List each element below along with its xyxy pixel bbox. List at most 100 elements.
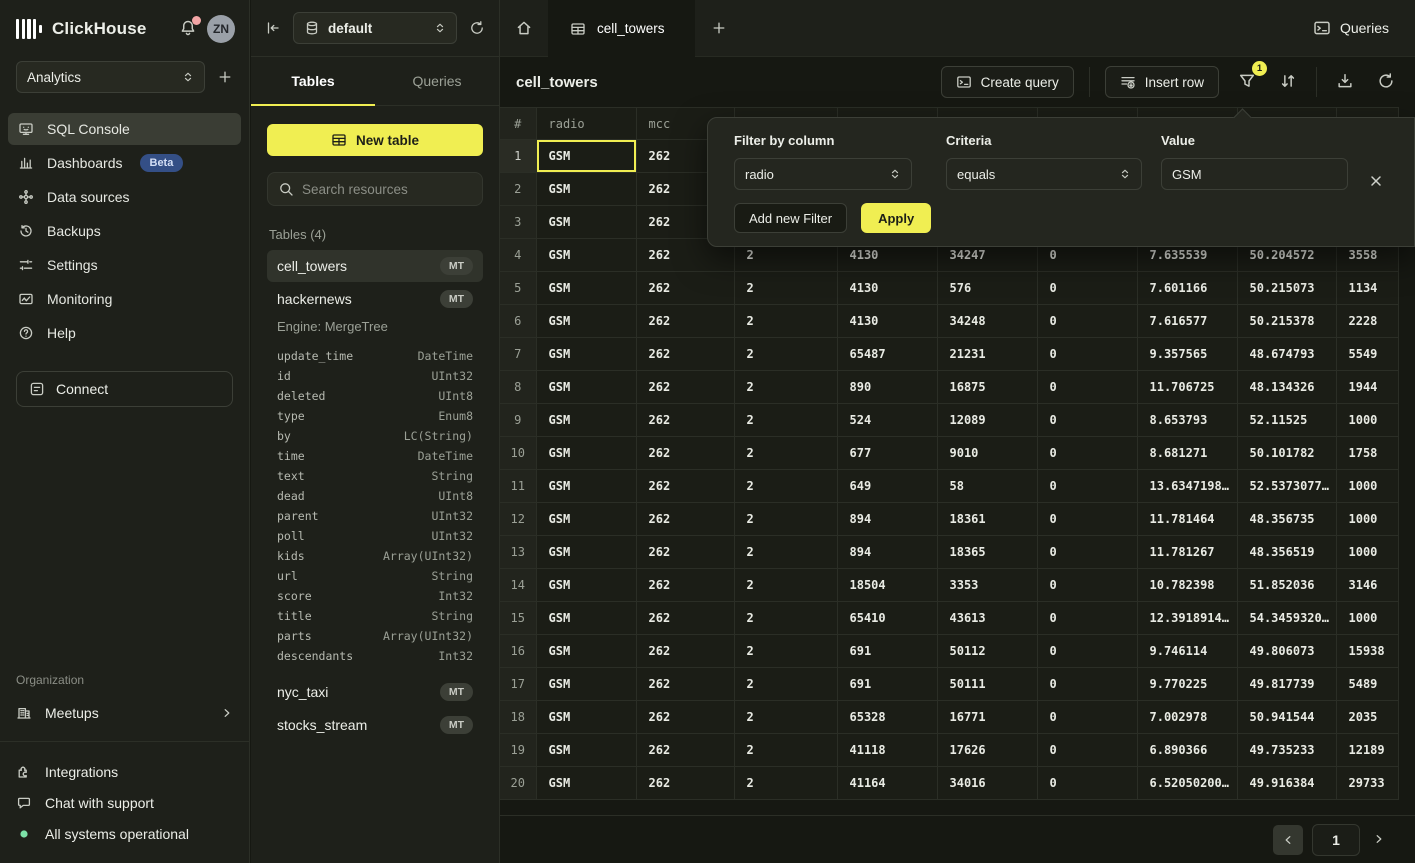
data-cell[interactable]: 890 xyxy=(837,371,937,404)
refresh-data-button[interactable] xyxy=(1373,68,1399,97)
new-tab-button[interactable] xyxy=(695,0,743,56)
data-cell[interactable]: 262 xyxy=(636,272,734,305)
data-cell[interactable]: 58 xyxy=(937,470,1037,503)
search-input[interactable] xyxy=(302,182,472,197)
data-cell[interactable]: 262 xyxy=(636,305,734,338)
data-cell[interactable]: 2 xyxy=(734,701,837,734)
data-cell[interactable]: GSM xyxy=(536,635,636,668)
home-tab[interactable] xyxy=(500,0,548,56)
data-cell[interactable]: 11.781464 xyxy=(1137,503,1237,536)
data-cell[interactable]: 5549 xyxy=(1336,338,1398,371)
data-cell[interactable]: 52.11525 xyxy=(1237,404,1336,437)
data-cell[interactable]: 262 xyxy=(636,338,734,371)
data-cell[interactable]: 2 xyxy=(734,602,837,635)
data-cell[interactable]: 649 xyxy=(837,470,937,503)
data-cell[interactable]: 1758 xyxy=(1336,437,1398,470)
sidebar-item-dashboards[interactable]: DashboardsBeta xyxy=(8,147,241,179)
data-cell[interactable]: 0 xyxy=(1037,371,1137,404)
data-cell[interactable]: 262 xyxy=(636,635,734,668)
data-cell[interactable]: 17626 xyxy=(937,734,1037,767)
data-cell[interactable]: 0 xyxy=(1037,767,1137,800)
data-cell[interactable]: 10.782398 xyxy=(1137,569,1237,602)
data-cell[interactable]: 51.852036 xyxy=(1237,569,1336,602)
data-cell[interactable]: 0 xyxy=(1037,305,1137,338)
data-cell[interactable]: GSM xyxy=(536,140,636,173)
data-cell[interactable]: 50.941544 xyxy=(1237,701,1336,734)
data-cell[interactable]: 18504 xyxy=(837,569,937,602)
data-cell[interactable]: 2 xyxy=(734,635,837,668)
data-cell[interactable]: 65410 xyxy=(837,602,937,635)
data-cell[interactable]: 1000 xyxy=(1336,404,1398,437)
sidebar-item-all-systems-operational[interactable]: All systems operational xyxy=(0,818,249,849)
data-cell[interactable]: 7.002978 xyxy=(1137,701,1237,734)
data-cell[interactable]: 48.356735 xyxy=(1237,503,1336,536)
data-cell[interactable]: 50.215378 xyxy=(1237,305,1336,338)
tab-tables[interactable]: Tables xyxy=(251,57,375,105)
sidebar-item-backups[interactable]: Backups xyxy=(8,215,241,247)
data-cell[interactable]: GSM xyxy=(536,173,636,206)
data-cell[interactable]: 12.3918914… xyxy=(1137,602,1237,635)
add-new-filter-button[interactable]: Add new Filter xyxy=(734,203,847,233)
table-item-nyc_taxi[interactable]: nyc_taxiMT xyxy=(267,676,483,708)
data-cell[interactable]: 2 xyxy=(734,668,837,701)
data-cell[interactable]: 691 xyxy=(837,668,937,701)
data-cell[interactable]: 43613 xyxy=(937,602,1037,635)
data-cell[interactable]: 576 xyxy=(937,272,1037,305)
data-cell[interactable]: 894 xyxy=(837,503,937,536)
data-cell[interactable]: 262 xyxy=(636,503,734,536)
data-cell[interactable]: 691 xyxy=(837,635,937,668)
data-cell[interactable]: GSM xyxy=(536,701,636,734)
data-cell[interactable]: 2 xyxy=(734,503,837,536)
insert-row-button[interactable]: Insert row xyxy=(1105,66,1219,98)
data-cell[interactable]: 9.770225 xyxy=(1137,668,1237,701)
table-item-cell_towers[interactable]: cell_towersMT xyxy=(267,250,483,282)
data-cell[interactable]: 2 xyxy=(734,470,837,503)
previous-page-button[interactable] xyxy=(1273,825,1303,855)
data-cell[interactable]: 0 xyxy=(1037,536,1137,569)
table-item-stocks_stream[interactable]: stocks_streamMT xyxy=(267,709,483,741)
data-cell[interactable]: 2 xyxy=(734,536,837,569)
sidebar-item-chat-with-support[interactable]: Chat with support xyxy=(0,787,249,818)
data-cell[interactable]: 65487 xyxy=(837,338,937,371)
data-cell[interactable]: 18361 xyxy=(937,503,1037,536)
next-page-button[interactable] xyxy=(1369,832,1389,848)
data-cell[interactable]: 0 xyxy=(1037,635,1137,668)
tab-cell-towers[interactable]: cell_towers xyxy=(548,0,695,57)
row-number-header[interactable]: # xyxy=(500,108,536,140)
data-cell[interactable]: 2 xyxy=(734,767,837,800)
data-cell[interactable]: 2035 xyxy=(1336,701,1398,734)
data-cell[interactable]: 2228 xyxy=(1336,305,1398,338)
queries-button[interactable]: Queries xyxy=(1313,19,1389,37)
data-cell[interactable]: 1944 xyxy=(1336,371,1398,404)
create-query-button[interactable]: Create query xyxy=(941,66,1074,98)
data-cell[interactable]: 2 xyxy=(734,305,837,338)
data-cell[interactable]: GSM xyxy=(536,569,636,602)
data-cell[interactable]: 524 xyxy=(837,404,937,437)
data-cell[interactable]: GSM xyxy=(536,536,636,569)
data-cell[interactable]: 0 xyxy=(1037,404,1137,437)
data-cell[interactable]: 262 xyxy=(636,668,734,701)
sidebar-item-data-sources[interactable]: Data sources xyxy=(8,181,241,213)
data-cell[interactable]: 7.616577 xyxy=(1137,305,1237,338)
data-cell[interactable]: 0 xyxy=(1037,701,1137,734)
data-cell[interactable]: 49.735233 xyxy=(1237,734,1336,767)
data-cell[interactable]: 12189 xyxy=(1336,734,1398,767)
data-cell[interactable]: 8.681271 xyxy=(1137,437,1237,470)
data-cell[interactable]: 41164 xyxy=(837,767,937,800)
data-cell[interactable]: 262 xyxy=(636,734,734,767)
data-cell[interactable]: 52.5373077… xyxy=(1237,470,1336,503)
data-cell[interactable]: 0 xyxy=(1037,272,1137,305)
data-cell[interactable]: 9.746114 xyxy=(1137,635,1237,668)
sidebar-item-help[interactable]: Help xyxy=(8,317,241,349)
data-cell[interactable]: 49.806073 xyxy=(1237,635,1336,668)
data-cell[interactable]: GSM xyxy=(536,338,636,371)
data-cell[interactable]: 0 xyxy=(1037,338,1137,371)
data-cell[interactable]: 0 xyxy=(1037,569,1137,602)
collapse-panel-button[interactable] xyxy=(265,20,281,36)
data-cell[interactable]: 0 xyxy=(1037,734,1137,767)
workspace-selector[interactable]: Analytics xyxy=(16,61,205,93)
data-cell[interactable]: 34248 xyxy=(937,305,1037,338)
data-cell[interactable]: 262 xyxy=(636,437,734,470)
data-cell[interactable]: 48.674793 xyxy=(1237,338,1336,371)
data-cell[interactable]: 262 xyxy=(636,536,734,569)
